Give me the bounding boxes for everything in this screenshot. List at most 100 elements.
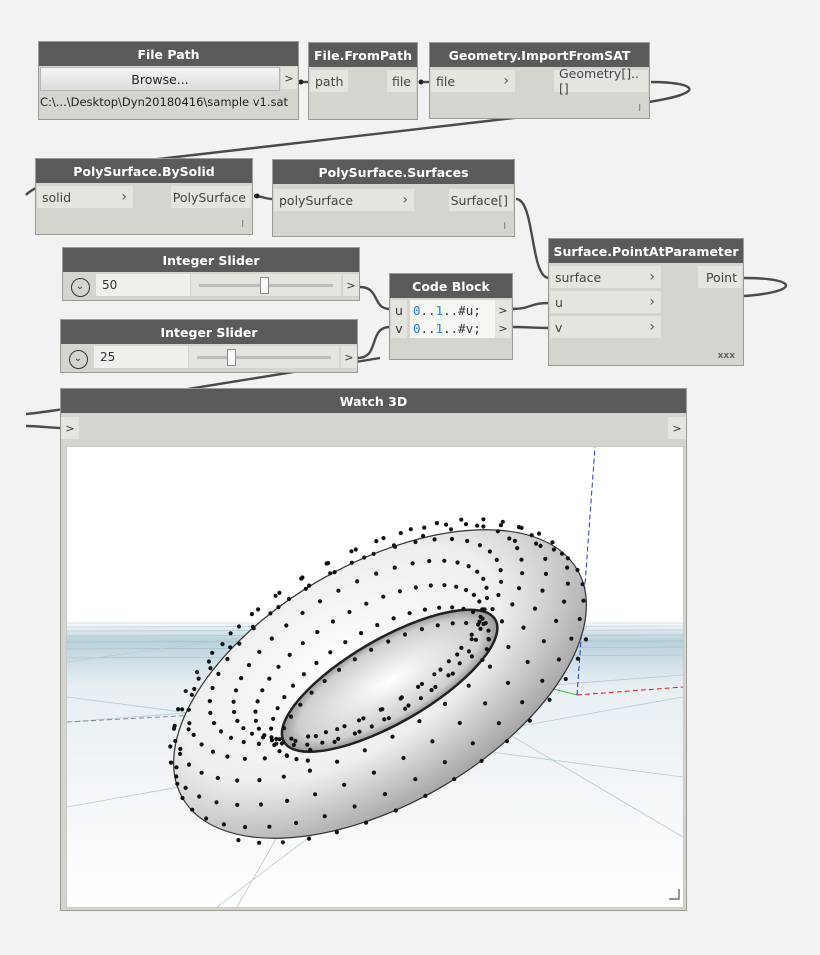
watch3d-viewport[interactable]	[66, 446, 684, 908]
file-path-value: C:\...\Desktop\Dyn20180416\sample v1.sat	[40, 95, 289, 109]
surface-point	[469, 632, 474, 637]
slider-u-expand-button[interactable]: ⌄	[66, 275, 94, 299]
path-input-port[interactable]: path	[310, 70, 348, 92]
lacing-indicator: l	[638, 104, 641, 114]
watch3d-node[interactable]: Watch 3D > >	[60, 388, 687, 911]
surface-point	[300, 575, 305, 580]
surface-point	[197, 794, 202, 799]
polysurface-input-port[interactable]: polySurface ›	[274, 189, 414, 211]
slider-v-expand-button[interactable]: ⌄	[64, 347, 92, 371]
surface-point	[186, 707, 191, 712]
surface-point	[442, 760, 447, 765]
import-file-port-label: file	[436, 73, 456, 89]
surface-point	[475, 569, 480, 574]
surface-point	[469, 637, 474, 642]
surface-point	[392, 544, 398, 549]
integer-slider-u-node[interactable]: Integer Slider ⌄ 50 >	[62, 247, 360, 301]
code-line-u[interactable]: 0.. 1 ..#u;	[410, 300, 498, 320]
chevron-down-icon: ⌄	[73, 353, 83, 364]
solid-input-port[interactable]: solid ›	[37, 186, 133, 208]
import-file-input-port[interactable]: file ›	[431, 70, 515, 92]
surface-point	[260, 688, 265, 693]
surface-point	[349, 549, 354, 554]
geometry-output-port[interactable]: Geometry[]..[]	[554, 66, 648, 96]
slider-u-track[interactable]	[191, 274, 341, 296]
surface-point	[284, 623, 289, 628]
surface-point	[382, 717, 387, 722]
surface-point	[499, 579, 504, 584]
surface-point	[429, 688, 434, 693]
polysurface-surfaces-node[interactable]: PolySurface.Surfaces polySurface › Surfa…	[272, 159, 515, 237]
code-line-v[interactable]: 0.. 1 ..#v;	[410, 318, 498, 338]
surface-point	[249, 612, 254, 617]
watch3d-output-port[interactable]: >	[668, 417, 686, 439]
slider-u-thumb[interactable]	[260, 277, 270, 294]
watch3d-input-port[interactable]: >	[61, 417, 79, 439]
slider-u-value[interactable]: 50	[96, 274, 190, 296]
surface-point	[401, 755, 406, 761]
surface-point	[455, 560, 460, 565]
surface-point	[381, 594, 386, 599]
code-v-output-port[interactable]: >	[495, 318, 511, 338]
surface-input-port[interactable]: surface ›	[550, 266, 661, 288]
surface-point	[359, 631, 364, 636]
surface-point	[210, 685, 215, 691]
surface-point	[307, 583, 312, 588]
surface-point	[562, 599, 567, 604]
file-frompath-node[interactable]: File.FromPath path file	[308, 42, 418, 120]
surface-point	[446, 659, 451, 664]
surface-point	[444, 522, 449, 527]
surface-point	[218, 729, 224, 734]
surface-point	[510, 602, 515, 607]
surface-point	[364, 601, 369, 606]
surface-point	[328, 571, 333, 576]
browse-button[interactable]: Browse...	[40, 67, 280, 91]
polysurface-bysolid-title: PolySurface.BySolid	[36, 159, 252, 183]
surface-point	[192, 686, 197, 692]
surface-point	[289, 736, 294, 741]
surface-point	[342, 724, 347, 729]
file-output-port[interactable]: file	[386, 70, 416, 92]
surface-point	[446, 673, 451, 678]
slider-u-output-port[interactable]: >	[343, 274, 359, 296]
polysurface-bysolid-node[interactable]: PolySurface.BySolid solid › PolySurface …	[35, 158, 253, 235]
surface-point-at-parameter-node[interactable]: Surface.PointAtParameter surface › u › v…	[548, 238, 744, 366]
surface-point	[495, 529, 500, 534]
surface-point	[364, 820, 369, 825]
v-input-port[interactable]: v ›	[550, 316, 661, 338]
surface-point	[374, 571, 379, 576]
surface-list-output-port[interactable]: Surface[]	[449, 189, 513, 211]
code-u-output-port[interactable]: >	[495, 300, 511, 320]
surface-point	[180, 795, 185, 801]
surface-point	[397, 589, 402, 594]
file-path-node[interactable]: File Path Browse... > C:\...\Desktop\Dyn…	[38, 41, 299, 120]
surface-point	[393, 808, 398, 813]
surface-point	[272, 742, 277, 748]
surface-point	[332, 739, 337, 744]
slider-v-track[interactable]	[189, 346, 339, 368]
surface-point	[225, 656, 230, 662]
surface-point	[190, 807, 195, 812]
surface-point	[355, 579, 360, 584]
slider-v-thumb[interactable]	[227, 349, 236, 366]
point-output-port[interactable]: Point	[698, 266, 742, 288]
v-port-label: v	[555, 319, 563, 335]
surface-point	[413, 539, 418, 545]
import-from-sat-node[interactable]: Geometry.ImportFromSAT file › Geometry[]…	[429, 42, 650, 119]
surface-point	[268, 611, 273, 616]
slider-v-title: Integer Slider	[61, 320, 357, 344]
wire-slider-u-to-code	[359, 285, 391, 311]
surface-point	[505, 680, 511, 685]
surface-point	[232, 709, 237, 715]
surface-point	[195, 670, 200, 675]
slider-v-output-port[interactable]: >	[341, 346, 357, 368]
code-block-node[interactable]: Code Block u 0.. 1 ..#u; > v 0.. 1 ..#v; >	[389, 273, 513, 360]
integer-slider-v-node[interactable]: Integer Slider ⌄ 25 >	[60, 319, 358, 373]
surface-point	[237, 641, 242, 646]
surface-point	[352, 731, 357, 736]
polysurface-output-port[interactable]: PolySurface	[171, 186, 251, 208]
u-input-port[interactable]: u ›	[550, 291, 661, 313]
file-path-output-port[interactable]: >	[281, 67, 297, 89]
surface-point	[343, 640, 348, 645]
slider-v-value[interactable]: 25	[94, 346, 188, 368]
